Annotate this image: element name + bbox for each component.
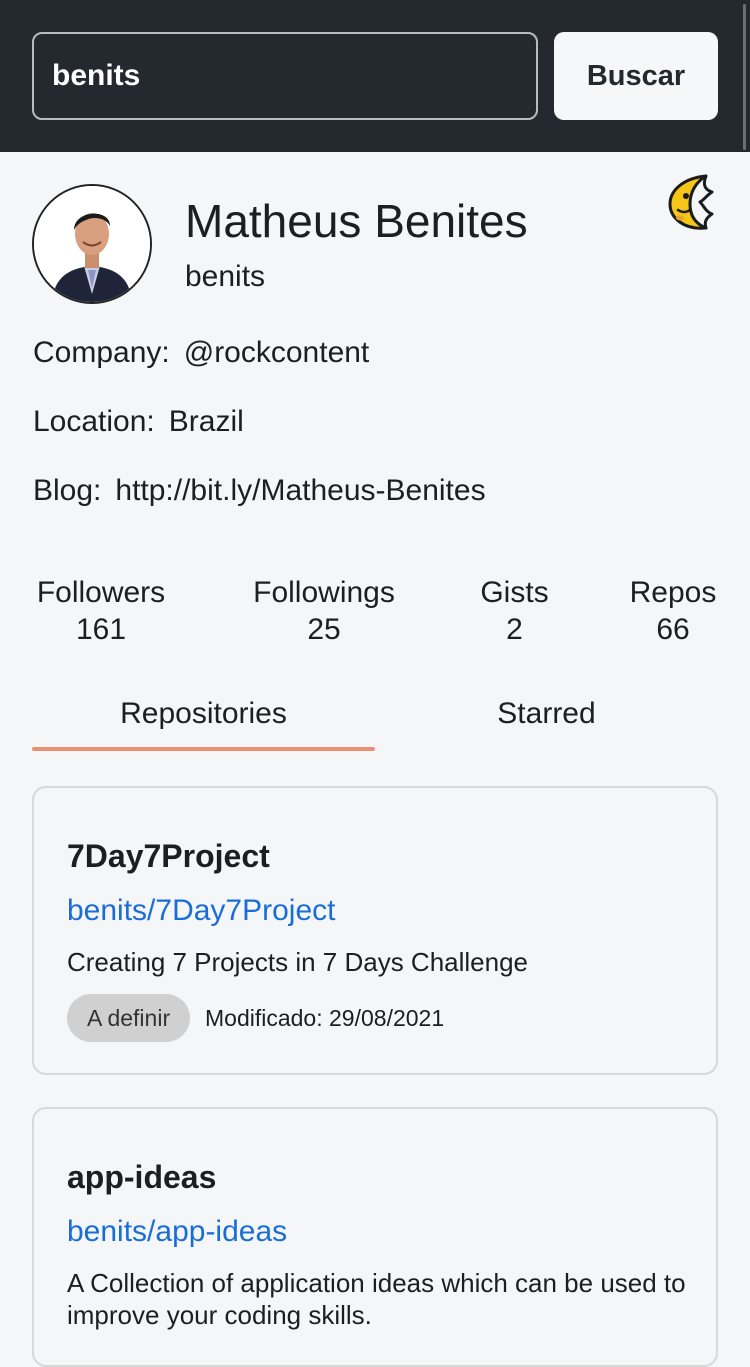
blog-link[interactable]: http://bit.ly/Matheus-Benites (115, 474, 485, 507)
avatar (32, 184, 152, 304)
company-label: Company: (33, 336, 170, 369)
company-line: Company: @rockcontent (33, 336, 369, 370)
user-avatar-icon (34, 186, 150, 302)
stat-label: Repos (629, 576, 717, 609)
tab-repositories[interactable]: Repositories (32, 690, 375, 752)
blog-line: Blog: http://bit.ly/Matheus-Benites (33, 474, 486, 508)
profile-name: Matheus Benites (185, 195, 528, 247)
repo-description: Creating 7 Projects in 7 Days Challenge (67, 947, 529, 977)
location-label: Location: (33, 405, 155, 438)
stat-label: Followers (36, 576, 166, 609)
location-value: Brazil (168, 405, 244, 438)
repo-card[interactable]: app-ideas benits/app-ideas A Collection … (32, 1107, 718, 1367)
repo-card[interactable]: 7Day7Project benits/7Day7Project Creatin… (32, 786, 718, 1075)
stat-label: Gists (480, 576, 549, 609)
repo-link[interactable]: benits/7Day7Project (67, 894, 335, 928)
top-bar: Buscar (0, 0, 750, 152)
stat-value: 25 (307, 613, 341, 646)
search-input[interactable] (32, 32, 538, 120)
search-button[interactable]: Buscar (554, 32, 718, 120)
stat-label: Followings (253, 576, 395, 609)
tab-starred[interactable]: Starred (375, 690, 718, 752)
stat-repos: Repos 66 (628, 574, 718, 648)
repo-description: A Collection of application ideas which … (67, 1268, 686, 1330)
repo-name: 7Day7Project (67, 838, 270, 874)
profile-login: benits (185, 260, 266, 293)
stat-followings: Followings 25 (247, 574, 401, 648)
theme-toggle-button[interactable] (666, 172, 718, 232)
modified-date: Modificado: 29/08/2021 (205, 1005, 445, 1031)
scrollbar[interactable] (743, 4, 746, 150)
location-line: Location: Brazil (33, 405, 244, 439)
company-value: @rockcontent (183, 336, 370, 369)
active-tab-indicator (32, 747, 375, 751)
crescent-moon-icon (668, 174, 714, 230)
stat-value: 161 (75, 613, 127, 646)
stat-value: 66 (656, 613, 690, 646)
repo-link[interactable]: benits/app-ideas (67, 1215, 287, 1249)
repo-name: app-ideas (67, 1159, 217, 1195)
stat-gists: Gists 2 (478, 574, 551, 648)
stat-value: 2 (506, 613, 523, 646)
stat-followers: Followers 161 (33, 574, 169, 648)
blog-label: Blog: (33, 474, 102, 507)
language-badge: A definir (67, 994, 191, 1042)
